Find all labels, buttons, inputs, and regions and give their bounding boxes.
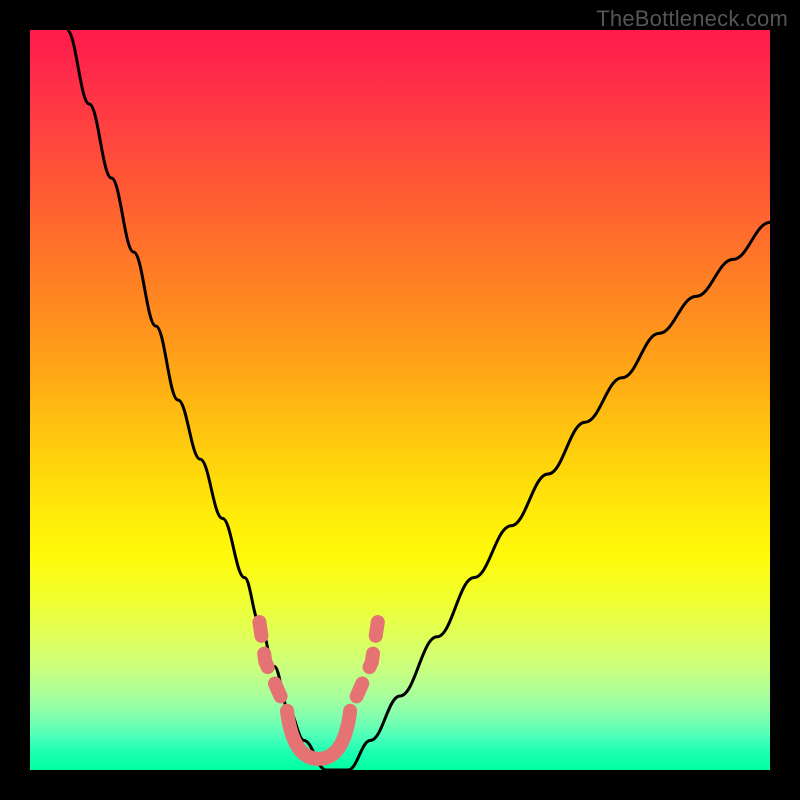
- annotation-left-arm: [259, 622, 287, 711]
- watermark-text: TheBottleneck.com: [596, 6, 788, 32]
- bottleneck-curve: [67, 30, 770, 770]
- plot-area: [30, 30, 770, 770]
- annotation-right-arm: [350, 622, 378, 711]
- chart-frame: TheBottleneck.com: [0, 0, 800, 800]
- annotation-base: [287, 711, 350, 759]
- chart-overlay: [30, 30, 770, 770]
